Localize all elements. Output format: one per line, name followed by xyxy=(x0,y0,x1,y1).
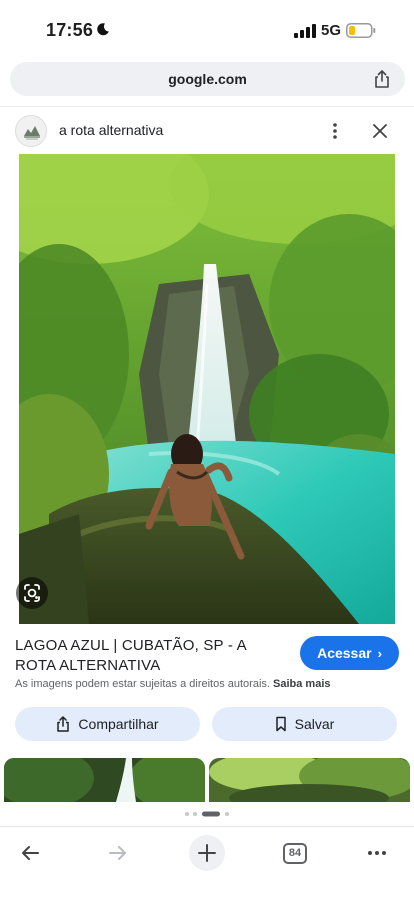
network-type: 5G xyxy=(321,22,342,39)
save-label: Salvar xyxy=(294,716,335,732)
result-title[interactable]: LAGOA AZUL | CUBATÃO, SP - A ROTA ALTERN… xyxy=(15,636,285,676)
visit-button[interactable]: Acessar › xyxy=(300,636,399,670)
battery-icon xyxy=(346,23,376,38)
tab-count: 84 xyxy=(283,843,307,864)
status-time: 17:56 xyxy=(46,20,94,40)
more-vert-icon[interactable] xyxy=(327,121,343,141)
new-tab-button[interactable] xyxy=(189,835,225,871)
bookmark-icon xyxy=(275,716,286,732)
arrow-left-icon xyxy=(22,846,39,860)
bottom-toolbar: 84 xyxy=(0,826,414,900)
related-photo-1 xyxy=(4,758,205,802)
arrow-right-icon xyxy=(109,846,126,860)
related-image-1[interactable] xyxy=(4,758,205,802)
share-icon xyxy=(57,716,70,732)
visit-label: Acessar xyxy=(317,645,372,661)
close-icon[interactable] xyxy=(371,122,389,140)
tab-switcher-button[interactable]: 84 xyxy=(277,835,313,871)
url-text[interactable]: google.com xyxy=(10,71,405,87)
chevron-right-icon: › xyxy=(377,645,382,661)
carousel-indicator xyxy=(185,811,229,817)
plus-icon xyxy=(198,844,216,862)
site-header: a rota alternativa xyxy=(0,106,414,154)
signal-icon xyxy=(294,24,316,38)
more-button[interactable] xyxy=(359,835,395,871)
save-button[interactable]: Salvar xyxy=(212,707,397,741)
share-label: Compartilhar xyxy=(78,716,159,732)
result-image[interactable] xyxy=(19,154,395,624)
related-photo-2 xyxy=(209,758,410,802)
address-bar[interactable]: google.com xyxy=(10,62,405,96)
copyright-text: As imagens podem estar sujeitas a direit… xyxy=(15,678,270,690)
waterfall-photo xyxy=(19,154,395,624)
learn-more-link[interactable]: Saiba mais xyxy=(273,678,330,690)
site-name[interactable]: a rota alternativa xyxy=(59,122,163,138)
moon-icon xyxy=(97,23,109,36)
share-button[interactable]: Compartilhar xyxy=(15,707,200,741)
copyright-notice: As imagens podem estar sujeitas a direit… xyxy=(15,678,405,690)
status-bar: 17:56 5G xyxy=(0,0,414,56)
more-horiz-icon xyxy=(368,851,386,855)
google-lens-button[interactable] xyxy=(16,577,48,609)
lens-icon xyxy=(24,584,40,602)
back-button[interactable] xyxy=(12,835,48,871)
site-logo xyxy=(15,115,47,147)
site-logo-icon xyxy=(24,126,40,140)
share-icon[interactable] xyxy=(373,70,391,88)
related-image-2[interactable] xyxy=(209,758,410,802)
forward-button[interactable] xyxy=(100,835,136,871)
